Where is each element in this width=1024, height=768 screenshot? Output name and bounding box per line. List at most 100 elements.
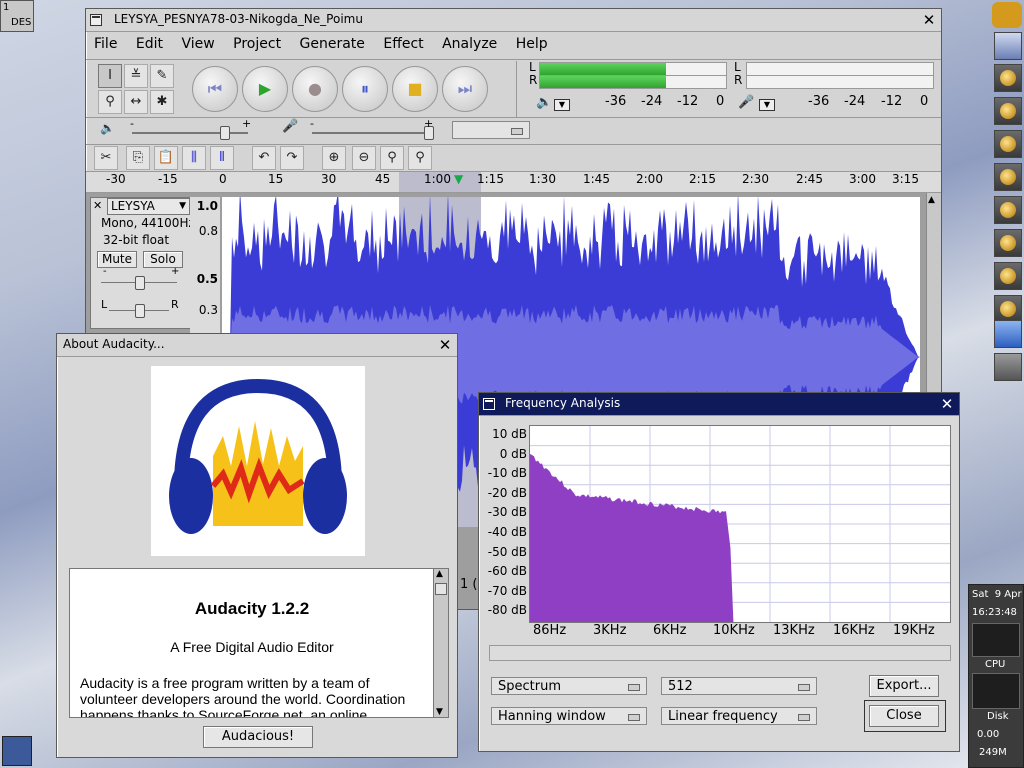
audacity-logo bbox=[151, 366, 365, 556]
about-scroll-down-icon[interactable]: ▼ bbox=[436, 707, 443, 717]
algorithm-select[interactable]: Spectrum bbox=[491, 677, 647, 695]
about-scroll-up-icon[interactable]: ▲ bbox=[436, 569, 443, 579]
output-volume-knob[interactable] bbox=[220, 126, 230, 140]
input-volume-plus: + bbox=[424, 117, 434, 130]
spectrum-plot[interactable] bbox=[529, 425, 951, 623]
frequency-titlebar[interactable]: Frequency Analysis ✕ bbox=[479, 393, 959, 416]
about-titlebar[interactable]: About Audacity... ✕ bbox=[57, 334, 457, 357]
menu-project[interactable]: Project bbox=[233, 36, 281, 52]
close-button[interactable]: Close bbox=[869, 705, 939, 727]
menu-file[interactable]: File bbox=[94, 36, 117, 52]
silence-icon[interactable]: ⦀ bbox=[210, 146, 234, 170]
record-scale-1: -24 bbox=[844, 94, 866, 109]
window-function-select[interactable]: Hanning window bbox=[491, 707, 647, 725]
main-titlebar[interactable]: LEYSYA_PESNYA78-03-Nikogda_Ne_Poimu ✕ bbox=[86, 9, 941, 32]
main-close-button[interactable]: ✕ bbox=[920, 11, 938, 29]
playback-meter-dropdown-icon[interactable]: ▼ bbox=[554, 99, 570, 111]
dock-usb-icon[interactable] bbox=[994, 320, 1022, 348]
microphone-icon[interactable]: 🎤 bbox=[738, 95, 754, 110]
about-text-panel: Audacity 1.2.2 A Free Digital Audio Edit… bbox=[69, 568, 435, 718]
dock-floppy-icon[interactable] bbox=[994, 353, 1022, 381]
size-select[interactable]: 512 bbox=[661, 677, 817, 695]
frequency-dialog: Frequency Analysis ✕ 10 dB 0 dB -10 dB -20 … bbox=[478, 392, 960, 752]
disk-value: 0.00 bbox=[977, 729, 1000, 740]
dock-cdrom-icon-7[interactable] bbox=[994, 262, 1022, 290]
mixer-divider bbox=[86, 117, 941, 118]
menu-edit[interactable]: Edit bbox=[136, 36, 163, 52]
dock-app-icon[interactable] bbox=[992, 2, 1022, 28]
record-scale-2: -12 bbox=[881, 94, 903, 109]
frequency-info-bar bbox=[489, 645, 951, 661]
dock-cdrom-icon-1[interactable] bbox=[994, 64, 1022, 92]
track-pan-knob[interactable] bbox=[135, 304, 145, 318]
skip-start-button[interactable]: ⏮ bbox=[192, 66, 238, 112]
frequency-close-icon[interactable]: ✕ bbox=[938, 395, 956, 413]
menu-analyze[interactable]: Analyze bbox=[442, 36, 497, 52]
db-label: -50 dB bbox=[487, 544, 527, 559]
clock-date: Sat 9 Apr bbox=[972, 589, 1022, 600]
input-source-dropdown[interactable] bbox=[452, 121, 530, 139]
copy-icon[interactable]: ⎘ bbox=[126, 146, 150, 170]
dock-cdrom-icon-6[interactable] bbox=[994, 229, 1022, 257]
about-scrollbar[interactable]: ▲ ▼ bbox=[433, 568, 449, 718]
dock-cdrom-icon-5[interactable] bbox=[994, 196, 1022, 224]
window-menu-icon[interactable] bbox=[90, 14, 102, 26]
undo-icon[interactable]: ↶ bbox=[252, 146, 276, 170]
pause-button[interactable]: ⏸ bbox=[342, 66, 388, 112]
zoom-tool-icon[interactable]: ⚲ bbox=[98, 90, 122, 114]
dock-home-icon[interactable] bbox=[994, 32, 1022, 60]
output-volume-slider[interactable] bbox=[132, 132, 248, 134]
timeshift-tool-icon[interactable]: ↔ bbox=[124, 90, 148, 114]
input-volume-slider[interactable] bbox=[312, 132, 430, 134]
input-volume-icon: 🎤 bbox=[282, 119, 299, 134]
track-gain-plus: + bbox=[171, 266, 180, 277]
redo-icon[interactable]: ↷ bbox=[280, 146, 304, 170]
taskbar-app-icon[interactable] bbox=[2, 736, 32, 766]
menu-help[interactable]: Help bbox=[516, 36, 548, 52]
export-button[interactable]: Export... bbox=[869, 675, 939, 697]
frequency-axis: 86Hz 3KHz 6KHz 10KHz 13KHz 16KHz 19KHz bbox=[529, 623, 949, 641]
speaker-icon[interactable]: 🔈 bbox=[536, 95, 552, 110]
menu-generate[interactable]: Generate bbox=[300, 36, 365, 52]
paste-icon[interactable]: 📋 bbox=[154, 146, 178, 170]
playback-meter-left-label: L bbox=[529, 60, 536, 74]
dock-cdrom-icon-3[interactable] bbox=[994, 130, 1022, 158]
about-scroll-thumb[interactable] bbox=[435, 583, 447, 595]
about-close-button[interactable]: ✕ bbox=[436, 336, 454, 354]
multi-tool-icon[interactable]: ✱ bbox=[150, 90, 174, 114]
dock-cdrom-icon-8[interactable] bbox=[994, 295, 1022, 323]
cut-icon[interactable]: ✂ bbox=[94, 146, 118, 170]
menu-view[interactable]: View bbox=[181, 36, 214, 52]
frequency-label: 13KHz bbox=[773, 623, 815, 638]
playback-scale-0: -36 bbox=[605, 94, 627, 109]
scroll-up-icon[interactable]: ▲ bbox=[928, 195, 935, 205]
timeline-ruler[interactable]: -30 -15 0 15 30 45 1:00 ▼ 1:15 1:30 1:45… bbox=[86, 171, 941, 193]
play-button[interactable]: ▶ bbox=[242, 66, 288, 112]
disk-graph bbox=[972, 673, 1020, 709]
record-button[interactable]: ● bbox=[292, 66, 338, 112]
db-label: -20 dB bbox=[487, 485, 527, 500]
record-meter-dropdown-icon[interactable]: ▼ bbox=[759, 99, 775, 111]
menu-effect[interactable]: Effect bbox=[383, 36, 423, 52]
dock-cdrom-icon-2[interactable] bbox=[994, 97, 1022, 125]
selection-tool-icon[interactable]: I bbox=[98, 64, 122, 88]
fit-selection-icon[interactable]: ⚲ bbox=[380, 146, 404, 170]
track-gain-knob[interactable] bbox=[135, 276, 145, 290]
fit-project-icon[interactable]: ⚲ bbox=[408, 146, 432, 170]
ruler-tick-5: 45 bbox=[375, 172, 391, 186]
zoom-out-icon[interactable]: ⊖ bbox=[352, 146, 376, 170]
track-name-dropdown[interactable]: LEYSYA ▼ bbox=[107, 198, 190, 215]
axis-select[interactable]: Linear frequency bbox=[661, 707, 817, 725]
zoom-in-icon[interactable]: ⊕ bbox=[322, 146, 346, 170]
ruler-tick-6: 1:00 bbox=[424, 172, 451, 186]
dock-cdrom-icon-4[interactable] bbox=[994, 163, 1022, 191]
envelope-tool-icon[interactable]: ≚ bbox=[124, 64, 148, 88]
stop-button[interactable]: ■ bbox=[392, 66, 438, 112]
frequency-window-menu-icon[interactable] bbox=[483, 398, 495, 410]
draw-tool-icon[interactable]: ✎ bbox=[150, 64, 174, 88]
skip-end-button[interactable]: ⏭ bbox=[442, 66, 488, 112]
audacious-button[interactable]: Audacious! bbox=[203, 726, 313, 748]
desktop-corner-label[interactable]: 1 DES bbox=[0, 0, 34, 32]
trim-icon[interactable]: ⫼ bbox=[182, 146, 206, 170]
track-close-button[interactable]: ✕ bbox=[93, 199, 102, 212]
